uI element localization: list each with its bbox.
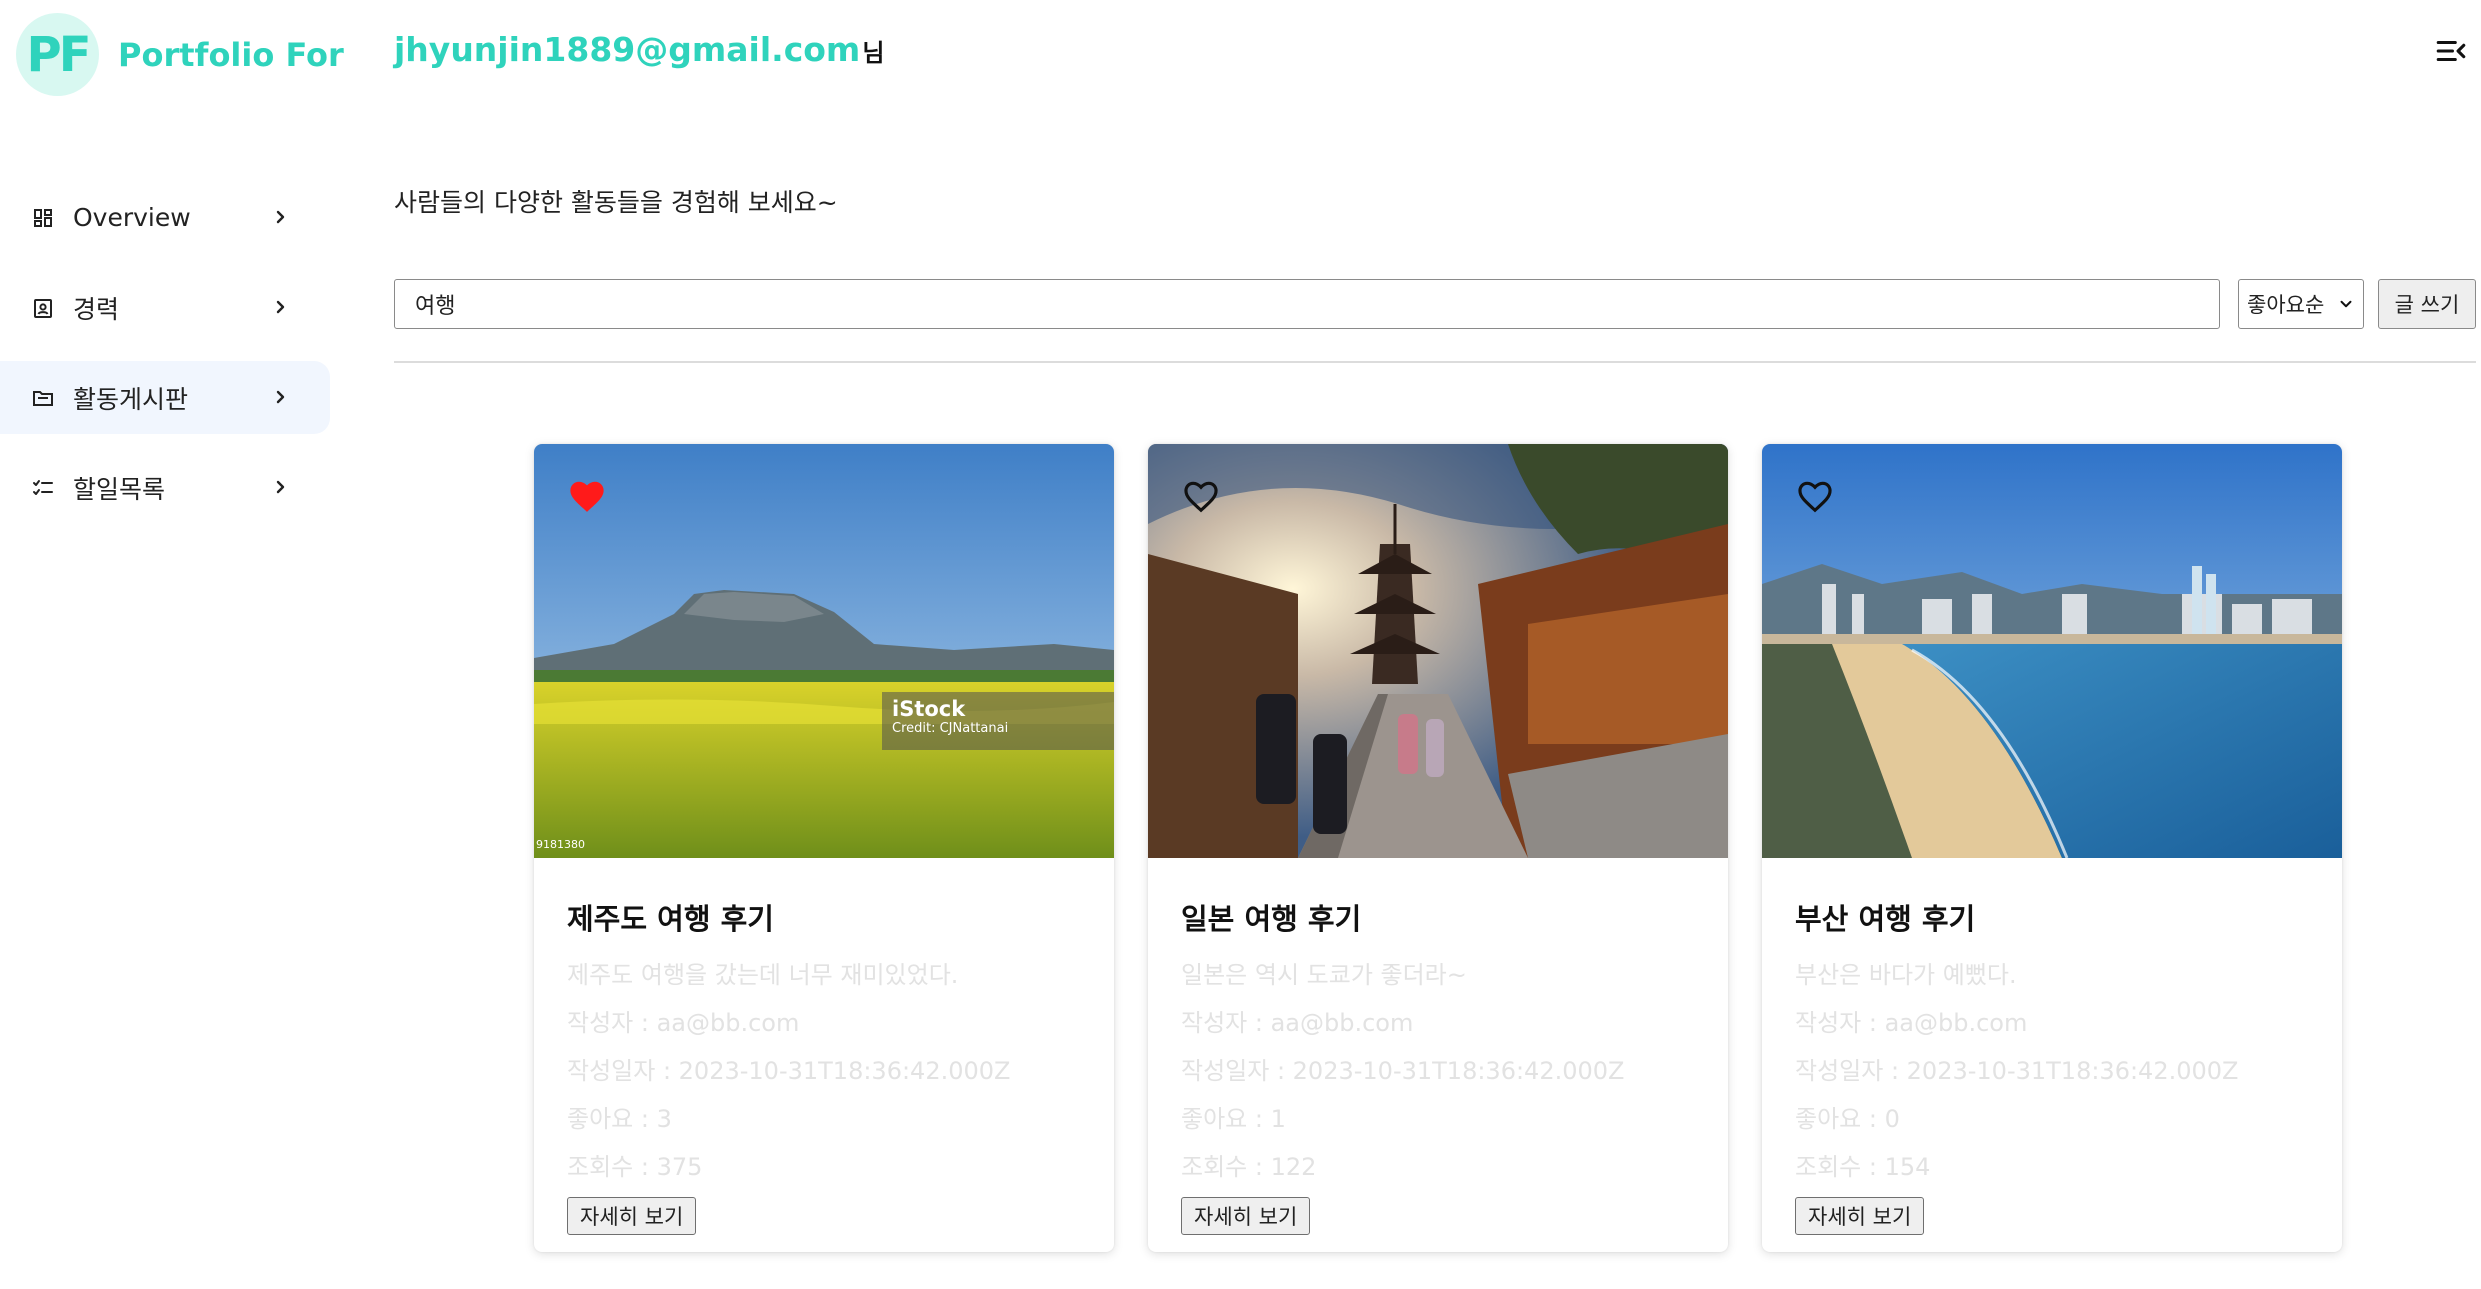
post-card-body: 부산 여행 후기 부산은 바다가 예뻤다. 작성자 : aa@bb.com 작성… — [1762, 858, 2342, 1235]
post-date: 작성일자 : 2023-10-31T18:36:42.000Z — [1181, 1057, 1625, 1085]
post-views: 조회수 : 154 — [1795, 1153, 1931, 1181]
brand-name: Portfolio For — [118, 35, 344, 74]
busan-beach-image — [1762, 444, 2342, 858]
chevron-right-icon — [268, 475, 292, 499]
page-subtitle: 사람들의 다양한 활동들을 경험해 보세요~ — [394, 188, 838, 217]
sort-select[interactable]: 좋아요순 — [2238, 279, 2364, 329]
chevron-right-icon — [268, 205, 292, 229]
sidebar-nav: Overview 경력 활동게시판 할일목록 — [0, 181, 330, 541]
menu-collapse-icon[interactable] — [2434, 34, 2468, 68]
post-title: 부산 여행 후기 — [1795, 902, 1976, 936]
chevron-down-icon — [2340, 300, 2352, 308]
chevron-right-icon — [268, 385, 292, 409]
post-image: iStock Credit: CJNattanai 9181380 — [534, 444, 1114, 858]
dashboard-icon — [30, 205, 56, 231]
view-detail-button[interactable]: 자세히 보기 — [567, 1197, 697, 1235]
brand-logo[interactable]: PF Portfolio For — [16, 13, 344, 96]
post-description: 일본은 역시 도쿄가 좋더라~ — [1181, 961, 1467, 989]
post-card: 부산 여행 후기 부산은 바다가 예뻤다. 작성자 : aa@bb.com 작성… — [1762, 444, 2342, 1252]
divider — [394, 361, 2476, 363]
sidebar-item-career[interactable]: 경력 — [0, 271, 330, 344]
user-greeting: jhyunjin1889@gmail.com님 — [394, 30, 884, 69]
heart-outline-icon[interactable] — [1182, 478, 1220, 514]
post-card: iStock Credit: CJNattanai 9181380 제주도 여행… — [534, 444, 1114, 1252]
search-input[interactable] — [394, 279, 2220, 329]
sidebar-item-label: 할일목록 — [73, 474, 166, 504]
post-likes: 좋아요 : 0 — [1795, 1105, 1900, 1133]
post-views: 조회수 : 375 — [567, 1153, 703, 1181]
post-title: 일본 여행 후기 — [1181, 902, 1362, 936]
sidebar-item-activity-board[interactable]: 활동게시판 — [0, 361, 330, 434]
kyoto-street-image — [1148, 444, 1728, 858]
logo-mark: PF — [16, 13, 99, 96]
post-date: 작성일자 : 2023-10-31T18:36:42.000Z — [1795, 1057, 2239, 1085]
chevron-right-icon — [268, 295, 292, 319]
post-likes: 좋아요 : 3 — [567, 1105, 672, 1133]
write-post-button[interactable]: 글 쓰기 — [2378, 279, 2476, 329]
view-detail-button[interactable]: 자세히 보기 — [1795, 1197, 1925, 1235]
heart-outline-icon[interactable] — [1796, 478, 1834, 514]
post-card-body: 일본 여행 후기 일본은 역시 도쿄가 좋더라~ 작성자 : aa@bb.com… — [1148, 858, 1728, 1235]
post-image — [1148, 444, 1728, 858]
post-likes: 좋아요 : 1 — [1181, 1105, 1286, 1133]
post-card: 일본 여행 후기 일본은 역시 도쿄가 좋더라~ 작성자 : aa@bb.com… — [1148, 444, 1728, 1252]
post-views: 조회수 : 122 — [1181, 1153, 1317, 1181]
post-author: 작성자 : aa@bb.com — [1795, 1009, 2028, 1037]
checklist-icon — [30, 475, 56, 501]
sidebar-item-todo[interactable]: 할일목록 — [0, 451, 330, 524]
watermark-credit: Credit: CJNattanai — [892, 721, 1009, 736]
sort-selected-value: 좋아요순 — [2247, 293, 2325, 317]
post-title: 제주도 여행 후기 — [567, 902, 774, 936]
post-author: 작성자 : aa@bb.com — [1181, 1009, 1414, 1037]
badge-icon — [30, 295, 56, 321]
user-email: jhyunjin1889@gmail.com — [394, 30, 861, 69]
post-description: 부산은 바다가 예뻤다. — [1795, 961, 2017, 989]
post-card-body: 제주도 여행 후기 제주도 여행을 갔는데 너무 재미있었다. 작성자 : aa… — [534, 858, 1114, 1235]
user-honorific: 님 — [862, 39, 885, 67]
watermark-brand: iStock — [892, 697, 966, 721]
heart-filled-icon[interactable] — [568, 478, 606, 514]
image-watermark: iStock Credit: CJNattanai — [882, 692, 1114, 750]
post-image — [1762, 444, 2342, 858]
sidebar-item-label: 활동게시판 — [73, 384, 189, 414]
jeju-landscape-image — [534, 444, 1114, 858]
watermark-id: 9181380 — [536, 838, 585, 851]
sidebar-item-label: 경력 — [73, 294, 120, 324]
sidebar-item-label: Overview — [73, 203, 191, 232]
sidebar-item-overview[interactable]: Overview — [0, 181, 330, 254]
post-author: 작성자 : aa@bb.com — [567, 1009, 800, 1037]
post-date: 작성일자 : 2023-10-31T18:36:42.000Z — [567, 1057, 1011, 1085]
folder-icon — [30, 385, 56, 411]
post-description: 제주도 여행을 갔는데 너무 재미있었다. — [567, 961, 959, 989]
view-detail-button[interactable]: 자세히 보기 — [1181, 1197, 1311, 1235]
